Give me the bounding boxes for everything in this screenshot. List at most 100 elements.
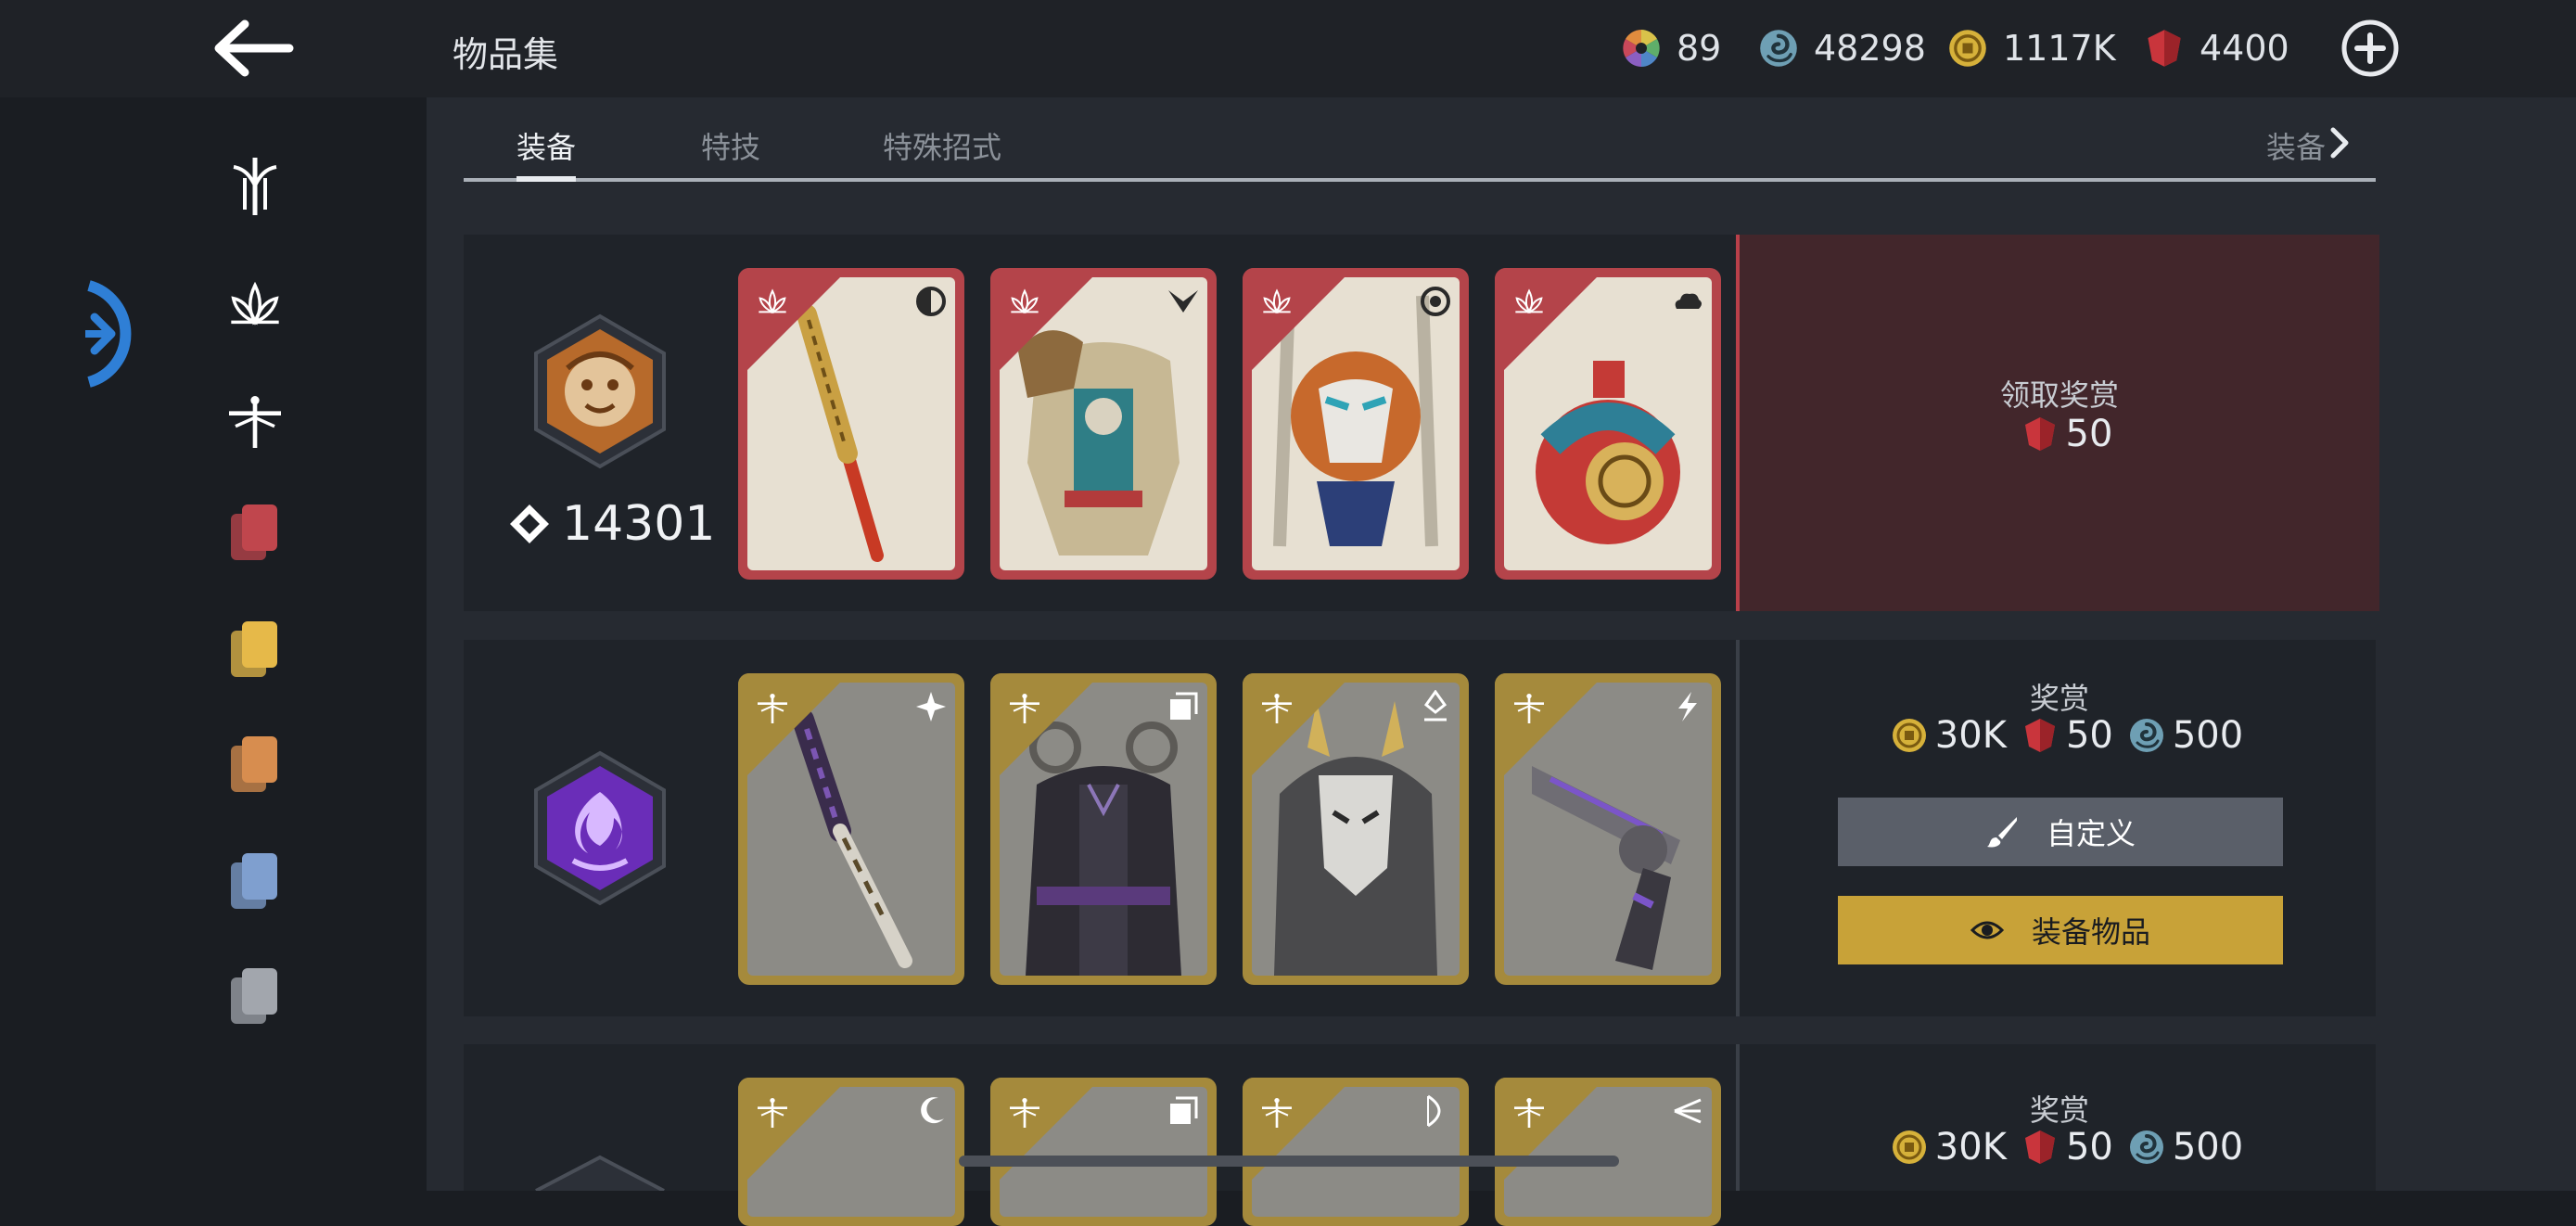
lotus-badge-icon — [1254, 285, 1300, 322]
spiral-token-icon — [1758, 28, 1799, 69]
dragonfly-badge-icon — [1254, 1094, 1300, 1131]
reward-label: 奖赏 — [2029, 681, 2089, 716]
page-title: 物品集 — [453, 34, 559, 75]
dragonfly-badge-icon — [1254, 690, 1300, 727]
grey-cards-icon[interactable] — [223, 964, 287, 1029]
reward-spiral-value: 500 — [2172, 714, 2244, 757]
gold-coin-icon — [1891, 717, 1928, 754]
set-emblem-partial-icon — [535, 1155, 665, 1191]
item-card-golden-staff[interactable] — [738, 268, 964, 580]
eye-icon — [1970, 921, 2004, 939]
pin-tag-icon — [1423, 690, 1447, 722]
diamond-score-icon — [510, 504, 549, 543]
item-card-dark-robe-armor[interactable] — [990, 673, 1217, 985]
purple-flame-emblem-icon — [534, 750, 666, 906]
tab-feats[interactable]: 特技 — [701, 124, 760, 167]
bow-tag-icon — [1427, 1094, 1441, 1128]
dragonfly-icon[interactable] — [223, 390, 287, 454]
reward-gem-value: 50 — [2065, 1126, 2113, 1169]
gems-value: 4400 — [2200, 28, 2289, 69]
set-row-1: 14301 领取奖赏 50 — [464, 235, 2379, 611]
set-score: 14301 — [508, 496, 715, 552]
equip-label: 装备物品 — [2031, 914, 2150, 950]
item-card-gourd-flask[interactable] — [1495, 268, 1721, 580]
multicolor-orb-icon — [1623, 30, 1660, 67]
chevron-right-icon[interactable] — [2327, 124, 2352, 161]
dragonfly-badge-icon — [1506, 1094, 1552, 1131]
reward-coin-value: 30K — [1934, 714, 2007, 757]
chevron-tag-icon — [1168, 290, 1198, 313]
currency-spiral: 48298 — [1758, 24, 1926, 72]
dragonfly-badge-icon — [1001, 690, 1048, 727]
tab-equipment[interactable]: 装备 — [516, 124, 576, 167]
square-tag-icon — [1170, 1096, 1198, 1124]
claim-reward-panel[interactable]: 领取奖赏 50 — [1736, 235, 2379, 611]
spiral-value: 48298 — [1814, 28, 1926, 69]
dragonfly-badge-icon — [1506, 690, 1552, 727]
reward-values: 30K 50 500 — [1740, 1126, 2379, 1169]
item-card-partial-2[interactable] — [990, 1078, 1217, 1226]
blade-emblem-icon[interactable] — [223, 154, 287, 219]
sidebar — [0, 97, 427, 1191]
dragonfly-badge-icon — [1001, 1094, 1048, 1131]
reward-values: 30K 50 500 — [1740, 714, 2379, 757]
active-tab-indicator — [516, 176, 576, 182]
item-card-purple-katana[interactable] — [738, 673, 964, 985]
lotus-badge-icon — [749, 285, 796, 322]
score-value: 14301 — [562, 496, 716, 552]
tab-bar: 装备 特技 特殊招式 装备 — [464, 111, 2376, 184]
add-currency-icon[interactable] — [2340, 19, 2400, 78]
reward-gem-value: 50 — [2065, 714, 2113, 757]
spiral-token-icon — [2128, 1129, 2165, 1166]
yellow-cards-icon[interactable] — [223, 618, 287, 683]
lotus-badge-icon — [1506, 285, 1552, 322]
back-arrow-icon[interactable] — [211, 19, 295, 78]
claw-tag-icon — [1674, 1098, 1702, 1124]
orange-cards-icon[interactable] — [223, 733, 287, 798]
crescent-tag-icon — [921, 1097, 944, 1124]
customize-label: 自定义 — [2046, 816, 2136, 851]
currency-gems: 4400 — [2144, 24, 2289, 72]
lion-emblem-icon — [534, 313, 666, 469]
spiral-token-icon — [2128, 717, 2165, 754]
home-indicator[interactable] — [959, 1156, 1619, 1167]
tab-equipment-right[interactable]: 装备 — [2266, 124, 2326, 167]
brush-icon — [1986, 817, 2017, 848]
item-card-partial-3[interactable] — [1243, 1078, 1469, 1226]
orbs-value: 89 — [1677, 28, 1722, 69]
cloud-tag-icon — [1675, 293, 1702, 309]
dragonfly-badge-icon — [749, 690, 796, 727]
currency-orbs: 89 — [1621, 24, 1721, 72]
item-card-monkey-armor[interactable] — [990, 268, 1217, 580]
red-gem-icon — [2021, 1129, 2059, 1166]
tab-divider — [464, 178, 2376, 182]
customize-button[interactable]: 自定义 — [1838, 798, 2283, 866]
item-card-partial-1[interactable] — [738, 1078, 964, 1226]
tab-special-moves[interactable]: 特殊招式 — [883, 124, 1001, 167]
reward-panel: 奖赏 30K 50 500 — [1736, 1044, 2379, 1191]
item-card-partial-4[interactable] — [1495, 1078, 1721, 1226]
red-cards-icon[interactable] — [223, 501, 287, 566]
lotus-badge-icon — [1001, 285, 1048, 322]
red-gem-icon — [2021, 415, 2059, 453]
half-circle-tag-icon — [916, 287, 946, 316]
item-card-monkey-mask[interactable] — [1243, 268, 1469, 580]
red-gem-icon — [2144, 28, 2185, 69]
item-card-purple-revolver[interactable] — [1495, 673, 1721, 985]
item-card-horned-mask[interactable] — [1243, 673, 1469, 985]
gold-coin-icon — [1891, 1129, 1928, 1166]
blue-cards-icon[interactable] — [223, 849, 287, 914]
coins-value: 1117K — [2003, 28, 2116, 69]
dragonfly-badge-icon — [749, 1094, 796, 1131]
reward-coin-value: 30K — [1934, 1126, 2007, 1169]
equip-items-button[interactable]: 装备物品 — [1838, 896, 2283, 964]
currency-coins: 1117K — [1947, 24, 2116, 72]
set-row-3: 奖赏 30K 50 500 — [464, 1044, 2379, 1226]
reward-label: 领取奖赏 — [1999, 377, 2119, 413]
reward-label: 奖赏 — [2029, 1092, 2089, 1128]
reward-spiral-value: 500 — [2172, 1126, 2244, 1169]
sidebar-selection-indicator-icon — [85, 280, 132, 388]
reward-gem-value: 50 — [2065, 413, 2113, 455]
square-tag-icon — [1170, 692, 1198, 720]
lotus-icon[interactable] — [223, 275, 287, 339]
